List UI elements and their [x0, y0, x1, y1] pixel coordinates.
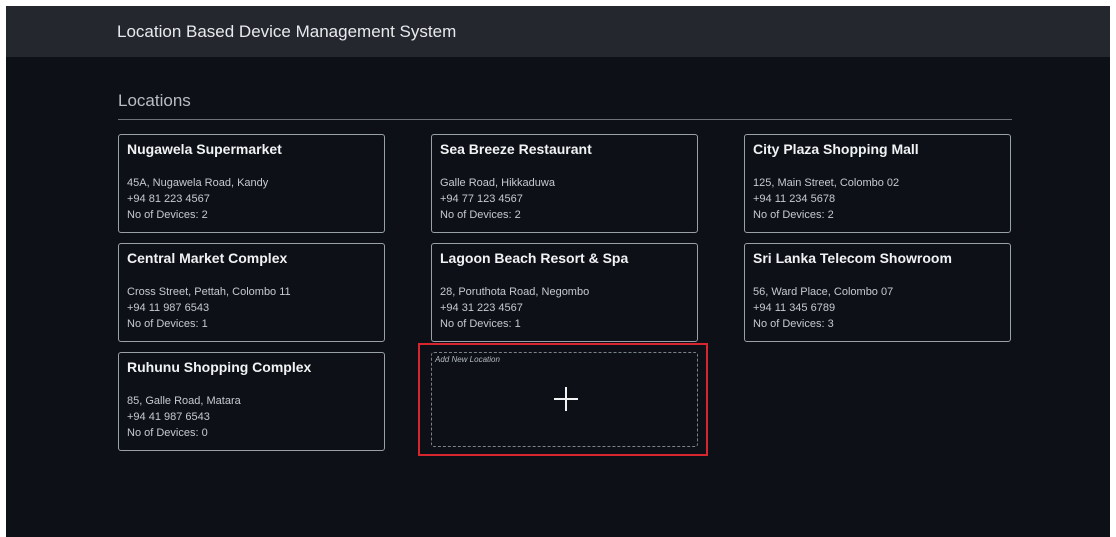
- app-title: Location Based Device Management System: [117, 21, 457, 41]
- location-device-count: No of Devices: 1: [440, 318, 521, 330]
- main-content: Locations Nugawela Supermarket 45A, Nuga…: [118, 57, 1012, 456]
- location-address: 45A, Nugawela Road, Kandy: [127, 177, 269, 189]
- location-device-count: No of Devices: 2: [440, 209, 521, 221]
- location-phone: +94 11 234 5678: [753, 193, 836, 205]
- location-name: Nugawela Supermarket: [127, 141, 282, 157]
- location-card[interactable]: Sea Breeze Restaurant Galle Road, Hikkad…: [431, 134, 698, 233]
- location-phone: +94 11 345 6789: [753, 302, 836, 314]
- location-address: 28, Poruthota Road, Negombo: [440, 286, 590, 298]
- location-device-count: No of Devices: 2: [753, 209, 834, 221]
- add-location-button[interactable]: Add New Location: [431, 352, 698, 447]
- location-phone: +94 11 987 6543: [127, 302, 210, 314]
- location-device-count: No of Devices: 3: [753, 318, 834, 330]
- add-location-slot: Add New Location: [418, 343, 708, 456]
- location-phone: +94 77 123 4567: [440, 193, 523, 205]
- location-phone: +94 41 987 6543: [127, 411, 210, 423]
- location-card[interactable]: Lagoon Beach Resort & Spa 28, Poruthota …: [431, 243, 698, 342]
- add-location-label: Add New Location: [435, 355, 500, 364]
- location-card[interactable]: City Plaza Shopping Mall 125, Main Stree…: [744, 134, 1011, 233]
- location-phone: +94 31 223 4567: [440, 302, 523, 314]
- location-address: 85, Galle Road, Matara: [127, 395, 241, 407]
- location-card[interactable]: Ruhunu Shopping Complex 85, Galle Road, …: [118, 352, 385, 451]
- location-device-count: No of Devices: 2: [127, 209, 208, 221]
- location-card[interactable]: Central Market Complex Cross Street, Pet…: [118, 243, 385, 342]
- location-address: 56, Ward Place, Colombo 07: [753, 286, 894, 298]
- app-window: Location Based Device Management System …: [6, 6, 1110, 537]
- location-card[interactable]: Sri Lanka Telecom Showroom 56, Ward Plac…: [744, 243, 1011, 342]
- app-bar: Location Based Device Management System: [6, 6, 1110, 57]
- location-name: Sri Lanka Telecom Showroom: [753, 250, 952, 266]
- location-address: Cross Street, Pettah, Colombo 11: [127, 286, 291, 298]
- location-card[interactable]: Nugawela Supermarket 45A, Nugawela Road,…: [118, 134, 385, 233]
- section-divider: [118, 119, 1012, 120]
- location-name: Ruhunu Shopping Complex: [127, 359, 312, 375]
- location-grid: Nugawela Supermarket 45A, Nugawela Road,…: [118, 134, 1012, 456]
- location-address: 125, Main Street, Colombo 02: [753, 177, 900, 189]
- location-name: Lagoon Beach Resort & Spa: [440, 250, 629, 266]
- plus-icon: [554, 387, 578, 411]
- location-phone: +94 81 223 4567: [127, 193, 210, 205]
- location-device-count: No of Devices: 1: [127, 318, 208, 330]
- location-address: Galle Road, Hikkaduwa: [440, 177, 555, 189]
- section-title: Locations: [118, 91, 191, 110]
- location-name: Sea Breeze Restaurant: [440, 141, 592, 157]
- location-name: City Plaza Shopping Mall: [753, 141, 919, 157]
- location-name: Central Market Complex: [127, 250, 288, 266]
- location-device-count: No of Devices: 0: [127, 427, 208, 439]
